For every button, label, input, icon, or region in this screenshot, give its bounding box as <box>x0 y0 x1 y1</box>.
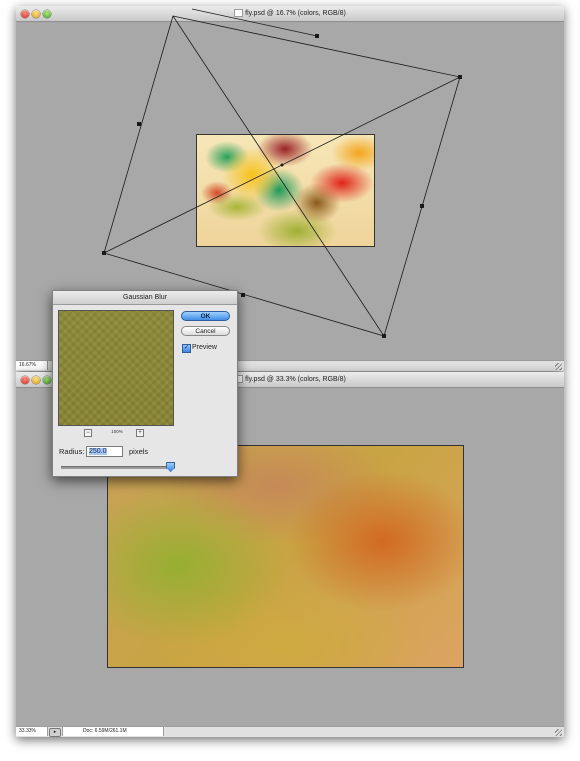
preview-checkbox[interactable]: ✓ <box>182 344 191 353</box>
transform-reference-point <box>280 163 284 167</box>
window-title: fly.psd @ 33.3% (colors, RGB/8) <box>245 376 346 383</box>
ok-button[interactable]: OK <box>181 311 230 321</box>
cancel-button[interactable]: Cancel <box>181 326 230 336</box>
zoom-out-icon[interactable]: − <box>84 429 92 437</box>
gaussian-blur-dialog: Gaussian Blur − 100% + OK Cancel ✓ Previ… <box>52 290 238 477</box>
transform-handle <box>102 251 106 255</box>
radius-slider-thumb[interactable] <box>166 462 176 472</box>
transform-handle <box>315 34 319 38</box>
transform-handle <box>458 75 462 79</box>
zoom-level-field[interactable]: 33.33% <box>16 727 48 736</box>
radius-slider-track[interactable] <box>61 466 173 469</box>
resize-grip-icon[interactable] <box>555 363 562 370</box>
transform-outline <box>103 15 461 337</box>
transform-handle <box>241 293 245 297</box>
transform-handle <box>137 122 141 126</box>
status-menu-arrow-icon[interactable]: ▸ <box>49 728 61 737</box>
radius-units-label: pixels <box>129 447 149 456</box>
transform-edge-top <box>191 8 318 37</box>
zoom-icon[interactable] <box>43 376 51 384</box>
close-icon[interactable] <box>21 376 29 384</box>
window-controls <box>21 375 54 384</box>
transform-handle <box>382 334 386 338</box>
transform-handle <box>420 204 424 208</box>
status-bar: 33.33% ▸ Doc: 6.59M/261.1M <box>16 726 564 737</box>
zoom-in-icon[interactable]: + <box>136 429 144 437</box>
dialog-title[interactable]: Gaussian Blur <box>53 291 237 305</box>
radius-input[interactable]: 250.0 <box>86 446 123 457</box>
transform-diagonal <box>172 15 385 337</box>
preview-checkbox-label: Preview <box>192 344 217 351</box>
document-size-info[interactable]: Doc: 6.59M/261.1M <box>62 727 164 736</box>
zoom-level-field[interactable]: 16.67% <box>16 361 48 370</box>
minimize-icon[interactable] <box>32 376 40 384</box>
radius-label: Radius: <box>59 447 85 456</box>
radius-input-value: 250.0 <box>89 448 107 455</box>
canvas-image-blurred[interactable] <box>107 445 464 668</box>
blur-preview-pane[interactable] <box>58 310 174 426</box>
preview-zoom-level: 100% <box>111 429 123 434</box>
resize-grip-icon[interactable] <box>555 729 562 736</box>
